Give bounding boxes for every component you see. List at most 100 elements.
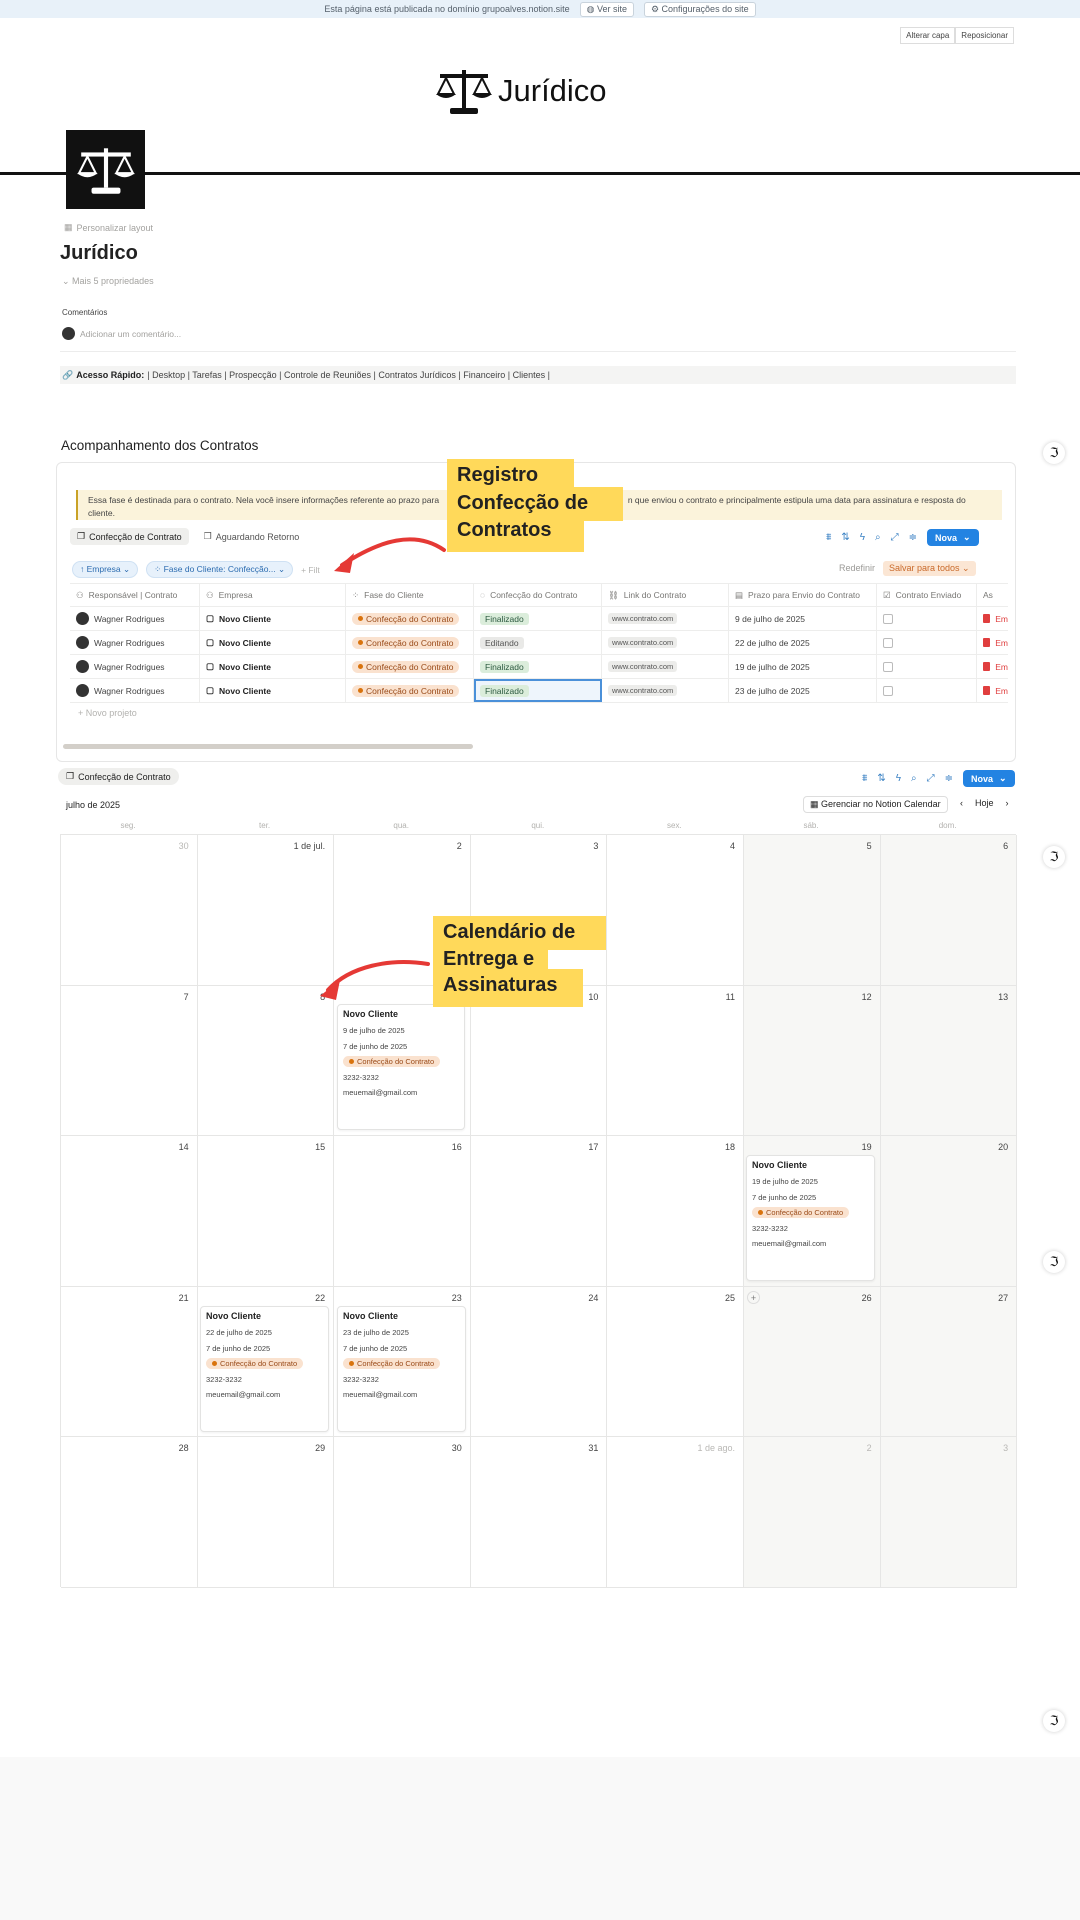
event-card[interactable]: Novo Cliente 23 de julho de 2025 7 de ju… [337,1306,466,1432]
calendar-day[interactable]: 18 [607,1136,744,1287]
empresa-filter[interactable]: ↑ Empresa ⌄ [72,561,139,578]
settings-icon[interactable]: ≑ [909,532,917,543]
view-site-button[interactable]: ◍ Ver site [579,1,634,17]
sent-checkbox[interactable] [883,637,893,648]
calendar-day[interactable]: 5 [744,835,881,986]
contract-link[interactable]: www.contrato.com [608,661,678,672]
day-number: 12 [861,991,872,1002]
contract-link[interactable]: www.contrato.com [608,637,678,648]
contract-link[interactable]: www.contrato.com [608,685,678,696]
contract-link[interactable]: www.contrato.com [608,613,678,624]
col-header[interactable]: ⛓ Link do Contrato [602,584,729,606]
calendar-day[interactable]: 6 [880,835,1018,986]
calendar-day[interactable]: 15 [197,1136,335,1287]
tab-calendar-confeccao[interactable]: ❐ Confecção de Contrato [58,768,179,785]
col-header[interactable]: ▤ Prazo para Envio do Contrato [729,584,877,606]
calendar-day[interactable]: 29 [197,1437,335,1588]
tab-confeccao[interactable]: ❐ Confecção de Contrato [70,528,189,545]
calendar-day[interactable]: 1 de ago. [607,1437,744,1588]
calendar-day[interactable]: 3 [880,1437,1018,1588]
day-number: 26 [861,1292,872,1303]
col-header[interactable]: ☑ Contrato Enviado [877,584,977,606]
sort-icon[interactable]: ⇅ [877,773,885,784]
reposition-button[interactable]: Reposicionar [955,27,1014,44]
new-row-button[interactable]: + Novo projeto [78,708,137,718]
calendar-day[interactable]: 20 [880,1136,1018,1287]
reset-button[interactable]: Redefinir [839,563,875,573]
calendar-day[interactable]: 31 [470,1437,608,1588]
search-icon[interactable]: ⌕ [911,773,917,784]
expand-icon[interactable]: ⤢ [891,532,899,543]
calendar-day[interactable]: 16 [334,1136,471,1287]
sent-checkbox[interactable] [883,613,893,624]
search-icon[interactable]: ⌕ [875,532,881,543]
anchor-icon[interactable]: ℑ [1043,846,1065,868]
calendar-day[interactable]: 30 [334,1437,471,1588]
cell-selected[interactable]: Finalizado [474,679,602,702]
calendar-day[interactable]: 13 [880,985,1018,1137]
calendar-day[interactable]: 12 [744,985,881,1137]
col-header[interactable]: ⚇ Empresa [200,584,346,606]
sent-checkbox[interactable] [883,661,893,672]
page-icon[interactable] [66,130,145,209]
filter-icon[interactable]: ⩩ [826,532,831,543]
calendar-day[interactable]: 8 [197,985,335,1137]
new-button[interactable]: Nova ⌄ [927,529,979,546]
manage-calendar-button[interactable]: ▦ Gerenciar no Notion Calendar [803,796,948,813]
col-header[interactable]: As [977,584,1008,606]
calendar-day[interactable]: 14 [61,1136,198,1287]
anchor-icon[interactable]: ℑ [1043,1251,1065,1273]
filter-icon[interactable]: ⩩ [862,773,867,784]
calendar-day[interactable]: 10 [470,985,608,1137]
calendar-day[interactable]: 30 [61,835,198,986]
bolt-icon[interactable]: ϟ [860,532,865,543]
cell-text: Em [995,613,1008,624]
table-row[interactable]: Wagner Rodrigues ▢ Novo Cliente Confecção… [70,655,1008,679]
chevron-left-icon[interactable]: ‹ [960,798,963,808]
site-settings-button[interactable]: ⚙ Configurações do site [643,1,756,17]
event-card[interactable]: Novo Cliente 9 de julho de 2025 7 de jun… [337,1004,465,1130]
calendar-day[interactable]: 4 [607,835,744,986]
change-cover-button[interactable]: Alterar capa [900,27,956,44]
col-header[interactable]: ⁘ Fase do Cliente [346,584,474,606]
add-filter-button[interactable]: + Filt [301,565,320,575]
calendar-day[interactable]: 27 [880,1286,1018,1438]
calendar-day[interactable]: 7 [61,985,198,1137]
calendar-day[interactable]: 21 [61,1286,198,1438]
bolt-icon[interactable]: ϟ [896,773,901,784]
calendar-day[interactable]: 24 [470,1286,608,1438]
tab-aguardando[interactable]: ❐ Aguardando Retorno [197,528,307,545]
today-button[interactable]: Hoje [975,798,994,808]
table-row[interactable]: Wagner Rodrigues ▢ Novo Cliente Confecção… [70,607,1008,631]
customize-layout-button[interactable]: ▦ Personalizar layout [64,222,153,233]
add-event-button[interactable]: + [747,1291,760,1304]
table-row[interactable]: Wagner Rodrigues ▢ Novo Cliente Confecção… [70,679,1008,703]
calendar-day[interactable]: 11 [607,985,744,1137]
anchor-icon[interactable]: ℑ [1043,442,1065,464]
calendar-day[interactable]: 25 [607,1286,744,1438]
calendar-day[interactable]: 2 [744,1437,881,1588]
calendar-day[interactable]: 17 [470,1136,608,1287]
table-row[interactable]: Wagner Rodrigues ▢ Novo Cliente Confecção… [70,631,1008,655]
save-for-all-button[interactable]: Salvar para todos ⌄ [883,561,976,576]
more-properties-toggle[interactable]: ⌄ Mais 5 propriedades [62,276,154,287]
col-header[interactable]: ◌ Confecção do Contrato [474,584,602,606]
settings-icon[interactable]: ≑ [945,773,953,784]
comment-input[interactable]: Adicionar um comentário... [62,327,181,340]
col-label: Link do Contrato [623,590,687,600]
event-card[interactable]: Novo Cliente 19 de julho de 2025 7 de ju… [746,1155,875,1281]
event-card[interactable]: Novo Cliente 22 de julho de 2025 7 de ju… [200,1306,329,1432]
col-header[interactable]: ⚇ Responsável | Contrato [70,584,200,606]
chevron-right-icon[interactable]: › [1006,798,1009,808]
calendar-day[interactable]: 26 [744,1286,881,1438]
sent-checkbox[interactable] [883,685,893,696]
calendar-day[interactable]: 28 [61,1437,198,1588]
status-badge: Editando [480,636,524,649]
anchor-icon[interactable]: ℑ [1043,1710,1065,1732]
horizontal-scrollbar[interactable] [63,744,473,749]
quick-access-links[interactable]: | Desktop | Tarefas | Prospecção | Contr… [147,370,550,380]
sort-icon[interactable]: ⇅ [841,532,849,543]
fase-filter[interactable]: ⁘ Fase do Cliente: Confecção... ⌄ [146,561,294,578]
expand-icon[interactable]: ⤢ [927,773,935,784]
new-button[interactable]: Nova ⌄ [963,770,1015,787]
